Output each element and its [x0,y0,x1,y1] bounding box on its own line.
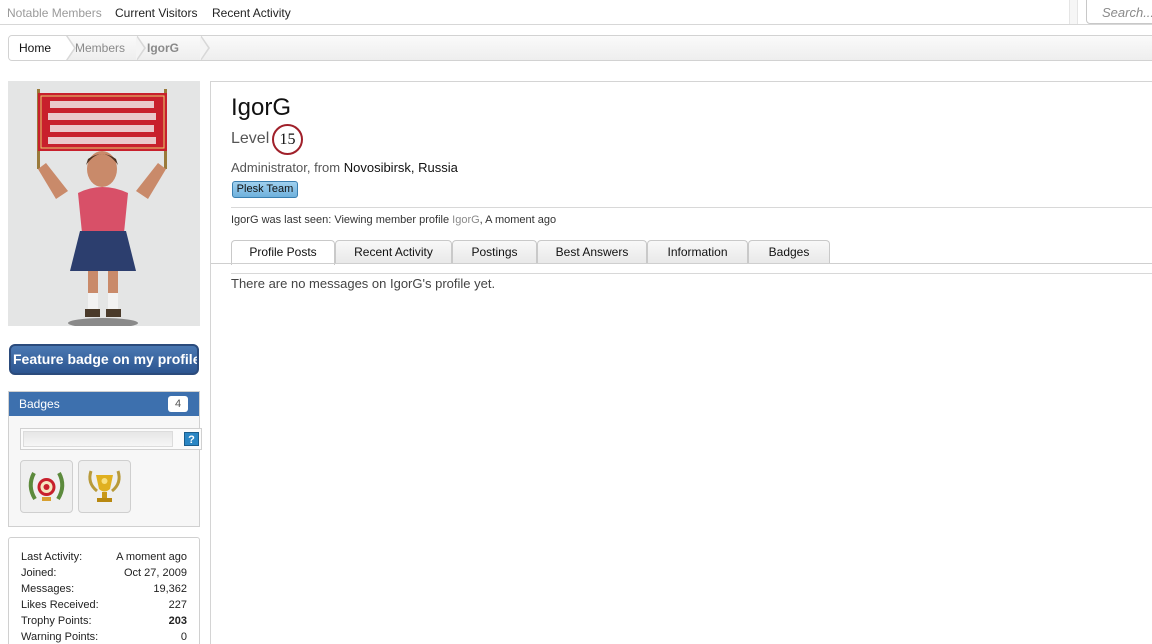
tab-postings[interactable]: Postings [452,240,537,264]
tab-underline [211,263,1152,264]
tab-information[interactable]: Information [647,240,748,264]
breadcrumb-user[interactable]: IgorG [147,36,179,60]
badges-header: Badges 4 [9,392,199,416]
username: IgorG [231,94,292,121]
user-title-prefix: Administrator, from [231,160,341,175]
badges-title: Badges [19,397,60,411]
breadcrumb: Home Members IgorG [8,35,1152,61]
divider [231,207,1152,208]
badge-tile-trophy[interactable] [78,460,131,513]
top-nav: Notable Members Current Visitors Recent … [0,0,1152,25]
stat-label: Likes Received: [21,599,99,611]
badge-filter-bar: ? [20,428,202,450]
breadcrumb-chevron-icon [136,36,146,60]
content-divider [231,273,1152,274]
last-seen-time: , A moment ago [479,214,557,226]
trophy-badge-icon [88,470,121,502]
nav-current-visitors[interactable]: Current Visitors [115,6,197,20]
breadcrumb-members[interactable]: Members [75,36,125,60]
search-input[interactable]: Search... [1086,0,1152,24]
stat-label: Last Activity: [21,551,83,563]
stat-label: Warning Points: [21,631,99,643]
member-stats: Last Activity: A moment ago Joined: Oct … [8,537,200,644]
breadcrumb-chevron-icon [200,36,210,60]
empty-profile-message: There are no messages on IgorG's profile… [231,276,496,291]
tab-best-answers[interactable]: Best Answers [537,240,647,264]
stat-label: Joined: [21,567,57,579]
stat-value[interactable]: 203 [169,615,187,627]
nav-separator [1069,0,1078,24]
avatar[interactable] [8,81,200,326]
feature-badge-button[interactable]: Feature badge on my profile [9,344,199,375]
badge-tile-laurel[interactable] [20,460,73,513]
laurel-badge-icon [28,472,65,501]
badges-panel: Badges 4 ? [8,391,202,527]
profile-main: IgorG Level 15 Administrator, from Novos… [210,81,1152,644]
help-icon[interactable]: ? [184,432,199,446]
last-seen-target-link[interactable]: IgorG [452,214,480,226]
badges-count: 4 [168,396,188,412]
stat-messages: Messages: 19,362 [21,583,187,599]
stat-label: Messages: [21,583,75,595]
stat-label: Trophy Points: [21,615,92,627]
last-seen-action: Viewing member profile [334,214,450,226]
stat-value[interactable]: 19,362 [153,583,187,595]
stat-value: A moment ago [116,551,187,563]
nav-notable-members[interactable]: Notable Members [7,6,102,20]
search-placeholder: Search... [1102,5,1152,20]
level-badge: 15 [272,124,303,155]
stat-likes-received: Likes Received: 227 [21,599,187,615]
stat-last-activity: Last Activity: A moment ago [21,551,187,567]
stat-trophy-points: Trophy Points: 203 [21,615,187,631]
tab-badges[interactable]: Badges [748,240,830,264]
breadcrumb-home[interactable]: Home [9,36,67,60]
user-banner: Plesk Team [232,181,298,198]
user-title: Administrator, from Novosibirsk, Russia [231,160,458,175]
stat-warning-points: Warning Points: 0 [21,631,187,644]
stat-value: Oct 27, 2009 [124,567,187,579]
last-seen-prefix: IgorG was last seen: [231,214,332,226]
stat-joined: Joined: Oct 27, 2009 [21,567,187,583]
last-seen: IgorG was last seen: Viewing member prof… [231,214,556,226]
nav-recent-activity[interactable]: Recent Activity [212,6,291,20]
tab-profile-posts[interactable]: Profile Posts [231,240,335,265]
badge-progress-bar [23,431,173,447]
stat-value: 0 [180,631,187,643]
stat-value: 227 [168,599,187,611]
tab-recent-activity[interactable]: Recent Activity [335,240,452,264]
level-label: Level [231,130,270,147]
user-location[interactable]: Novosibirsk, Russia [344,160,458,175]
avatar-image [8,81,200,326]
